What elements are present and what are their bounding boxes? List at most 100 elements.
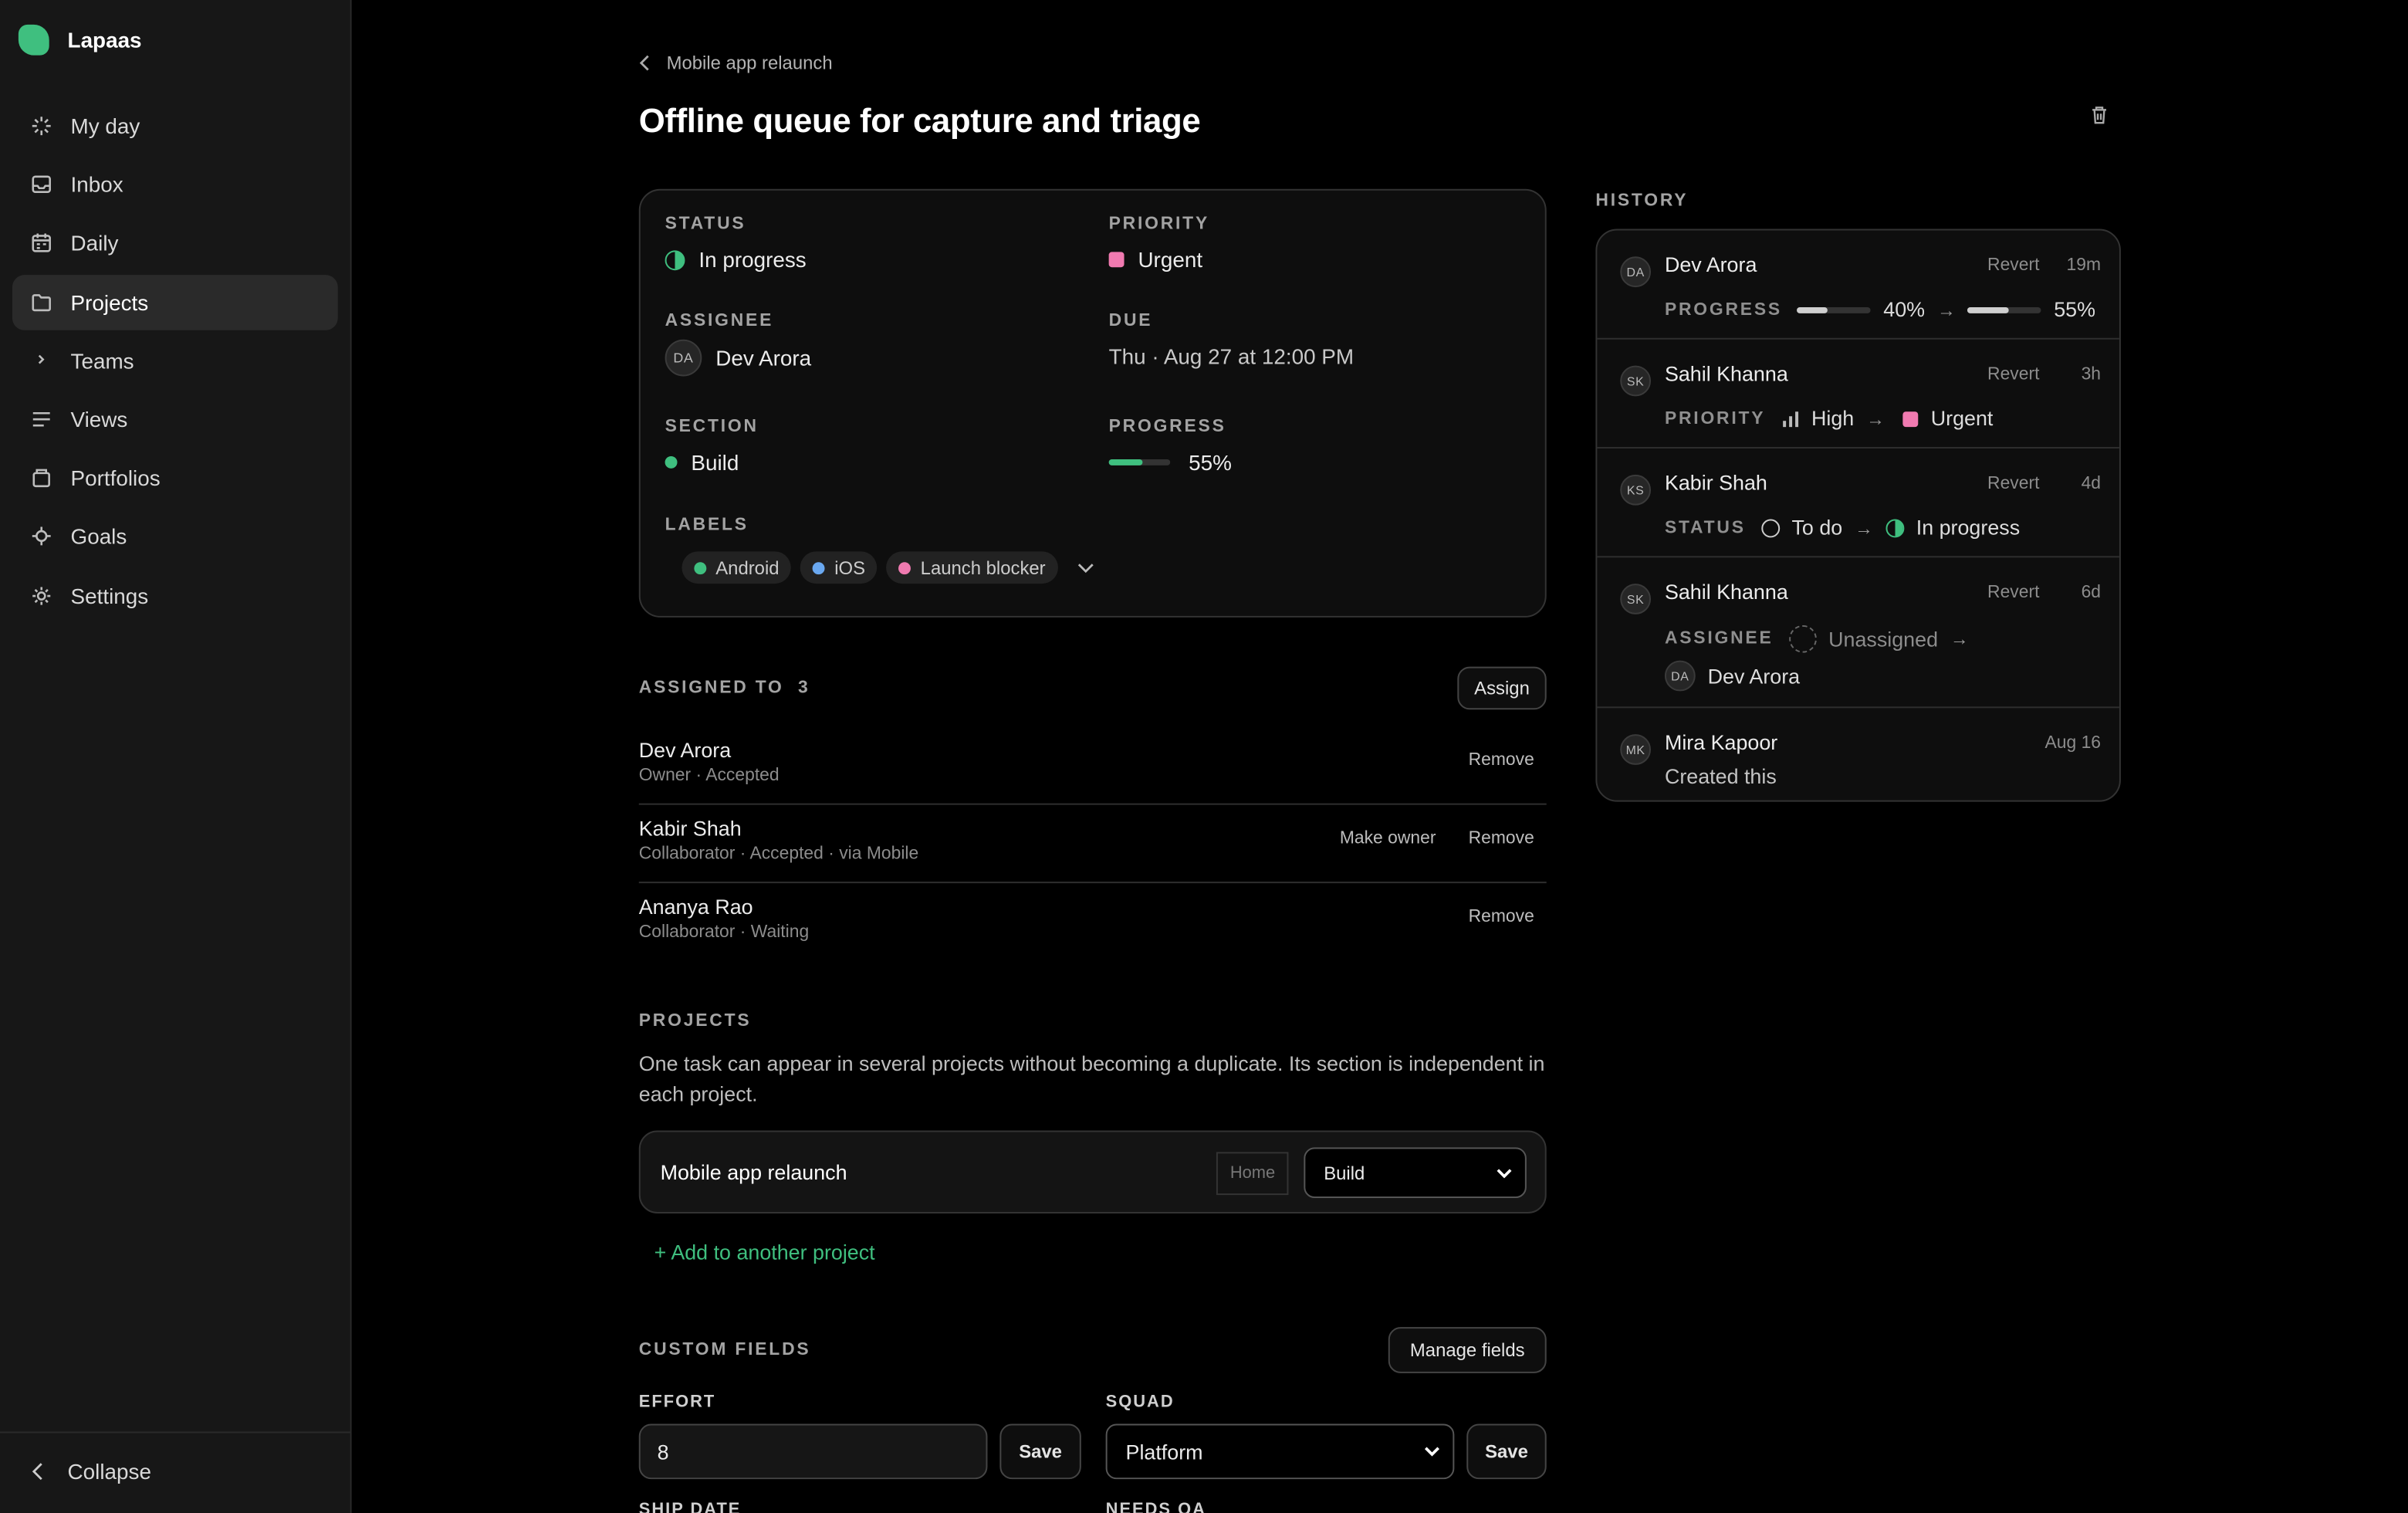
sidebar-item-teams[interactable]: Teams: [12, 333, 338, 388]
history-to: In progress: [1916, 516, 2021, 540]
add-to-project-link[interactable]: + Add to another project: [654, 1241, 875, 1264]
label-chip[interactable]: Launch blocker: [886, 551, 1058, 584]
chevron-down-icon: [1496, 1166, 1513, 1179]
assign-button[interactable]: Assign: [1457, 666, 1547, 710]
priority-high-icon: [1781, 409, 1799, 428]
progress-bar-from: [1797, 306, 1872, 313]
sidebar: Lapaas My day Inbox Daily Projects Teams: [0, 0, 352, 1513]
progress-label: PROGRESS: [1108, 418, 1226, 437]
section-label: SECTION: [665, 418, 759, 437]
arrow-right-icon: →: [1866, 408, 1885, 430]
sidebar-nav: My day Inbox Daily Projects Teams Views: [12, 98, 338, 626]
avatar: DA: [1620, 256, 1652, 288]
status-field[interactable]: STATUS In progress: [665, 215, 807, 272]
in-progress-icon: [1885, 518, 1904, 537]
breadcrumb[interactable]: Mobile app relaunch: [639, 52, 833, 74]
label-name: iOS: [834, 557, 866, 579]
sidebar-item-label: Inbox: [70, 172, 123, 198]
sidebar-item-my-day[interactable]: My day: [12, 98, 338, 154]
todo-circle-icon: [1760, 518, 1780, 537]
make-owner-button[interactable]: Make owner: [1340, 829, 1436, 848]
history-time: 4d: [2081, 474, 2102, 493]
progress-bar-fill: [1967, 306, 2009, 313]
inbox-icon: [31, 174, 52, 195]
sidebar-item-label: Projects: [70, 289, 149, 315]
custom-fields-heading: CUSTOM FIELDS: [638, 1341, 811, 1359]
remove-button[interactable]: Remove: [1469, 751, 1534, 770]
sidebar-item-inbox[interactable]: Inbox: [12, 157, 338, 212]
projects-description: One task can appear in several projects …: [638, 1052, 1545, 1106]
chevron-right-icon: [31, 350, 52, 371]
save-effort-button[interactable]: Save: [999, 1423, 1081, 1480]
avatar: DA: [665, 339, 702, 377]
assignee-name: Ananya Rao: [638, 895, 753, 919]
sidebar-item-label: Daily: [70, 231, 119, 256]
history-heading: HISTORY: [1595, 191, 1689, 211]
urgent-icon: [1108, 252, 1125, 268]
due-label: DUE: [1108, 311, 1153, 330]
needs-qa-label: NEEDS QA: [1105, 1501, 1206, 1513]
history-author: Sahil Khanna: [1664, 580, 1788, 604]
sidebar-item-settings[interactable]: Settings: [12, 567, 338, 623]
sidebar-item-label: My day: [70, 113, 140, 139]
assignee-role: Collaborator · Accepted · via Mobile: [638, 845, 919, 864]
chevron-left-icon: [639, 54, 651, 73]
chevron-down-icon[interactable]: [1076, 561, 1094, 574]
progress-bar[interactable]: [1108, 459, 1171, 465]
sidebar-item-portfolios[interactable]: Portfolios: [12, 450, 338, 506]
section-select-value: Build: [1324, 1162, 1365, 1184]
revert-button[interactable]: Revert: [1987, 475, 2039, 493]
priority-label: PRIORITY: [1108, 215, 1209, 234]
avatar: SK: [1620, 584, 1652, 614]
label-dot: [694, 561, 707, 574]
trash-icon[interactable]: [2088, 104, 2110, 126]
home-tag: Home: [1216, 1152, 1290, 1196]
arrow-right-icon: →: [1936, 299, 1956, 320]
sidebar-item-daily[interactable]: Daily: [12, 215, 338, 271]
save-squad-button[interactable]: Save: [1466, 1423, 1547, 1480]
progress-field[interactable]: PROGRESS 55%: [1108, 418, 1232, 475]
project-name[interactable]: Mobile app relaunch: [661, 1161, 847, 1184]
priority-value: Urgent: [1138, 247, 1203, 272]
labels-label-wrap: LABELS: [665, 516, 749, 535]
history-field: PROGRESS: [1664, 300, 1782, 319]
history-from: To do: [1791, 516, 1843, 540]
collapse-button[interactable]: Collapse: [31, 1459, 151, 1484]
task-detail: Mobile app relaunch Offline queue for ca…: [351, 0, 2408, 1513]
history-to: Dev Arora: [1707, 664, 1801, 688]
breadcrumb-project: Mobile app relaunch: [666, 52, 833, 74]
remove-button[interactable]: Remove: [1469, 829, 1534, 848]
history-author: Sahil Khanna: [1664, 362, 1788, 386]
manage-fields-button[interactable]: Manage fields: [1388, 1327, 1547, 1373]
section-select[interactable]: Build: [1304, 1147, 1527, 1199]
squad-value: Platform: [1125, 1440, 1203, 1464]
sidebar-item-label: Settings: [70, 583, 149, 608]
properties-card: STATUS In progress PRIORITY Urgent ASSIG…: [638, 188, 1547, 618]
history-from: High: [1811, 407, 1855, 431]
label-chip[interactable]: Android: [681, 551, 792, 584]
due-field[interactable]: DUE Thu · Aug 27 at 12:00 PM: [1109, 312, 1354, 369]
section-value: Build: [691, 450, 739, 475]
brand[interactable]: Lapaas: [18, 24, 142, 56]
squad-select[interactable]: Platform: [1105, 1423, 1455, 1480]
calendar-icon: [31, 232, 52, 254]
sidebar-item-views[interactable]: Views: [12, 391, 338, 447]
history-entry: KS Kabir Shah Revert 4d STATUS To do → I…: [1597, 448, 2119, 558]
revert-button[interactable]: Revert: [1987, 256, 2039, 275]
revert-button[interactable]: Revert: [1987, 366, 2039, 384]
sidebar-item-projects[interactable]: Projects: [12, 274, 338, 330]
assignee-role: Collaborator · Waiting: [638, 922, 810, 942]
lapaas-logo-icon: [18, 24, 49, 56]
revert-button[interactable]: Revert: [1987, 584, 2039, 602]
sidebar-item-goals[interactable]: Goals: [12, 509, 338, 564]
sidebar-footer: Collapse: [0, 1431, 352, 1512]
effort-input[interactable]: 8: [638, 1423, 988, 1480]
label-name: Launch blocker: [920, 557, 1046, 579]
section-field[interactable]: SECTION Build: [665, 418, 759, 475]
assignee-role: Owner · Accepted: [638, 766, 780, 785]
label-chip[interactable]: iOS: [800, 551, 878, 584]
assignee-field[interactable]: ASSIGNEE DA Dev Arora: [665, 312, 811, 377]
priority-field[interactable]: PRIORITY Urgent: [1108, 215, 1209, 272]
assignee-row: Dev Arora Owner · Accepted Remove: [638, 726, 1547, 805]
remove-button[interactable]: Remove: [1469, 908, 1534, 926]
